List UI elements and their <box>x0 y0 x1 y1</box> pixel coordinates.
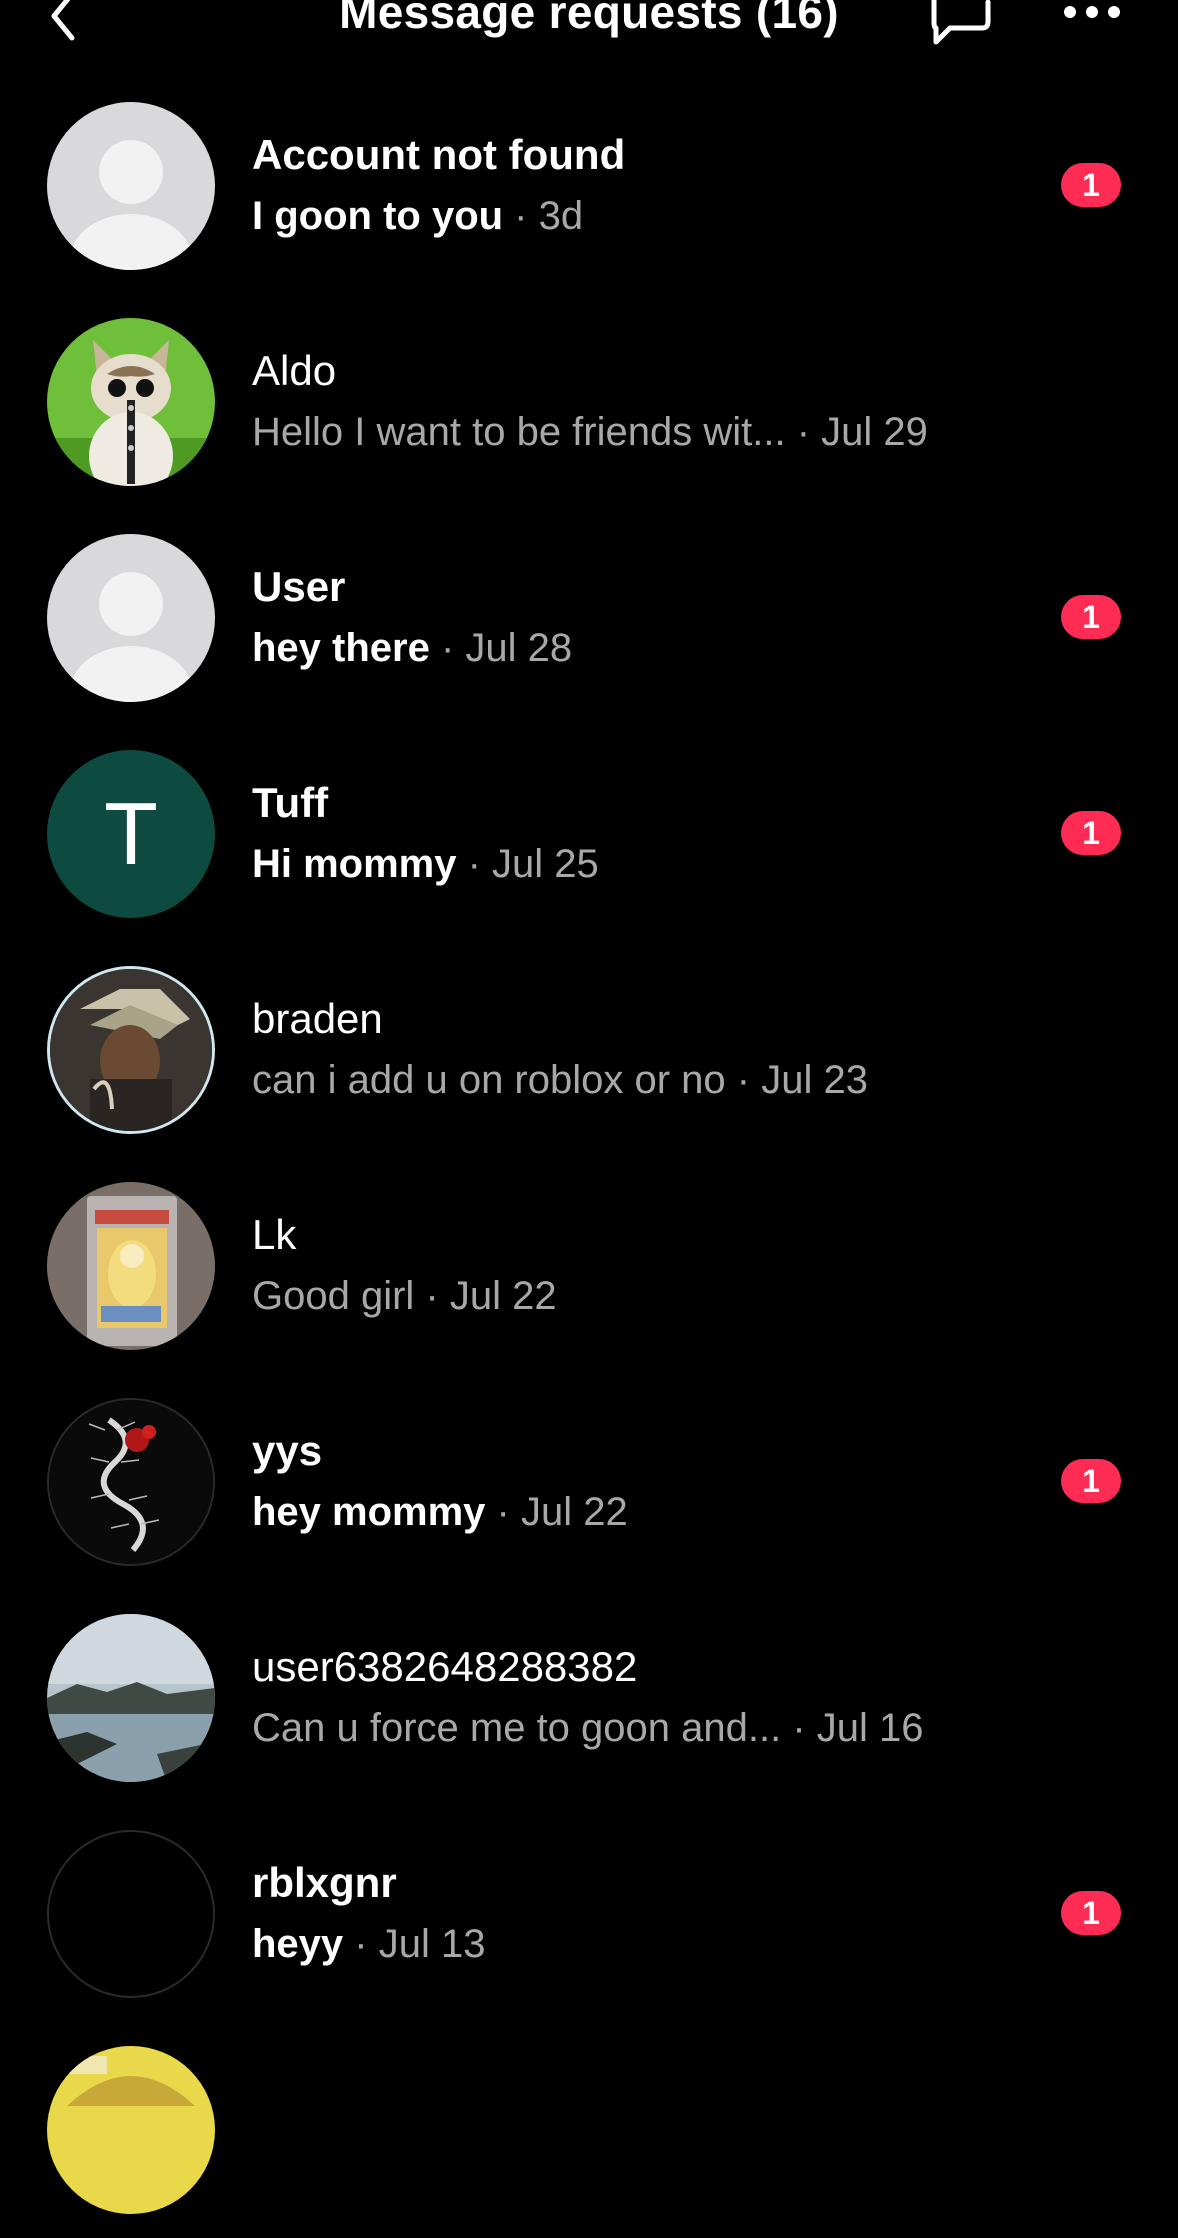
message-preview: Hello I want to be friends wit... · Jul … <box>252 407 928 457</box>
separator-dot: · <box>456 842 493 886</box>
message-preview: can i add u on roblox or no · Jul 23 <box>252 1055 868 1105</box>
message-preview: Can u force me to goon and... · Jul 16 <box>252 1703 924 1753</box>
avatar[interactable] <box>47 318 215 486</box>
contact-name: Aldo <box>252 347 337 394</box>
message-text: Hi mommy <box>252 842 457 886</box>
money-photo-icon <box>50 969 212 1131</box>
unread-badge: 1 <box>1061 1891 1121 1935</box>
message-time: Jul 22 <box>449 1274 557 1318</box>
message-preview: I goon to you · 3d <box>252 191 583 241</box>
contact-name: user6382648288382 <box>252 1643 638 1690</box>
request-row[interactable] <box>0 2022 1178 2238</box>
contact-name: yys <box>252 1427 323 1474</box>
message-preview: heyy · Jul 13 <box>252 1919 485 1969</box>
page-title: Message requests (16) <box>339 0 839 38</box>
message-preview: Good girl · Jul 22 <box>252 1271 557 1321</box>
avatar[interactable] <box>47 1614 215 1782</box>
centipede-photo-icon <box>49 1400 213 1564</box>
message-text: Good girl <box>252 1274 415 1318</box>
more-options-button[interactable] <box>1060 0 1124 32</box>
avatar[interactable] <box>47 1830 215 1998</box>
message-preview: hey mommy · Jul 22 <box>252 1487 628 1537</box>
separator-dot: · <box>485 1490 521 1534</box>
message-time: Jul 25 <box>492 842 599 886</box>
request-row[interactable]: Lk Good girl · Jul 22 <box>0 1158 1178 1374</box>
unread-badge: 1 <box>1061 163 1121 207</box>
message-preview: Hi mommy · Jul 25 <box>252 839 599 889</box>
separator-dot: · <box>725 1058 762 1102</box>
card-photo-icon <box>47 1182 215 1350</box>
avatar[interactable] <box>47 1182 215 1350</box>
separator-dot: · <box>429 626 466 670</box>
separator-dot: · <box>343 1922 379 1966</box>
request-row[interactable]: user6382648288382 Can u force me to goon… <box>0 1590 1178 1806</box>
contact-name: rblxgnr <box>252 1859 397 1906</box>
unread-badge: 1 <box>1061 1459 1121 1503</box>
message-text: hey mommy <box>252 1490 486 1534</box>
cat-photo-icon <box>47 318 215 486</box>
message-time: Jul 22 <box>520 1490 628 1534</box>
message-time: Jul 16 <box>816 1706 924 1750</box>
request-row[interactable]: T Tuff Hi mommy · Jul 25 1 <box>0 726 1178 942</box>
message-preview: hey there · Jul 28 <box>252 623 572 673</box>
separator-dot: · <box>503 194 539 238</box>
yellow-photo-icon <box>47 2046 215 2214</box>
avatar[interactable] <box>47 102 215 270</box>
separator-dot: · <box>785 410 822 454</box>
message-text: can i add u on roblox or no <box>252 1058 726 1102</box>
compose-button[interactable] <box>926 0 996 50</box>
request-row[interactable]: Account not found I goon to you · 3d 1 <box>0 78 1178 294</box>
message-time: Jul 13 <box>378 1922 486 1966</box>
message-text: hey there <box>252 626 430 670</box>
request-row[interactable]: rblxgnr heyy · Jul 13 1 <box>0 1806 1178 2022</box>
contact-name: User <box>252 563 346 610</box>
message-time: 3d <box>538 194 584 238</box>
contact-name: Lk <box>252 1211 297 1258</box>
separator-dot: · <box>414 1274 450 1318</box>
separator-dot: · <box>781 1706 817 1750</box>
message-time: Jul 28 <box>465 626 573 670</box>
unread-badge: 1 <box>1061 811 1121 855</box>
header-bar: Message requests (16) <box>0 0 1178 60</box>
unread-badge: 1 <box>1061 595 1121 639</box>
default-avatar-icon <box>47 534 215 702</box>
contact-name: Tuff <box>252 779 329 826</box>
message-text: Hello I want to be friends wit... <box>252 410 786 454</box>
message-text: heyy <box>252 1922 344 1966</box>
message-text: Can u force me to goon and... <box>252 1706 782 1750</box>
message-text: I goon to you <box>252 194 504 238</box>
contact-name: braden <box>252 995 383 1042</box>
contact-name: Account not found <box>252 131 626 178</box>
request-row[interactable]: braden can i add u on roblox or no · Jul… <box>0 942 1178 1158</box>
request-row[interactable]: User hey there · Jul 28 1 <box>0 510 1178 726</box>
avatar[interactable] <box>47 966 215 1134</box>
avatar[interactable]: T <box>47 750 215 918</box>
message-time: Jul 23 <box>761 1058 868 1102</box>
avatar[interactable] <box>47 534 215 702</box>
request-row[interactable]: Aldo Hello I want to be friends wit... ·… <box>0 294 1178 510</box>
message-time: Jul 29 <box>821 410 928 454</box>
avatar-initial: T <box>104 784 158 883</box>
default-avatar-icon <box>47 102 215 270</box>
more-dots-icon <box>1064 6 1120 18</box>
compose-bubble-icon <box>931 0 991 45</box>
coast-photo-icon <box>47 1614 215 1782</box>
avatar[interactable] <box>47 1398 215 1566</box>
avatar[interactable] <box>47 2046 215 2214</box>
request-row[interactable]: yys hey mommy · Jul 22 1 <box>0 1374 1178 1590</box>
